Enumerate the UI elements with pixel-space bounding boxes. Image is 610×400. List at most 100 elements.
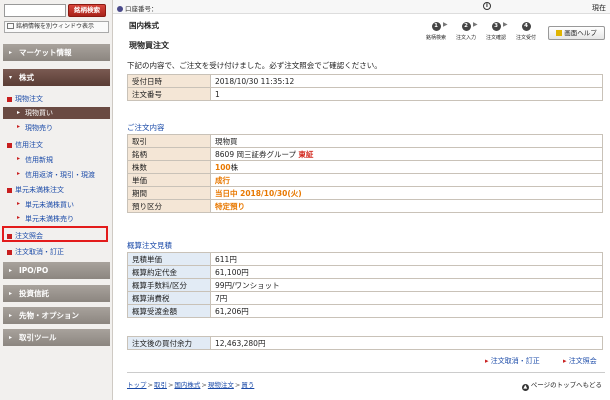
menu-stocks-label: 株式 [19, 73, 34, 82]
sidebar-item-odd-lot-buy[interactable]: 単元未満株買い [3, 200, 110, 210]
menu-stocks[interactable]: ▾ 株式 [3, 69, 110, 86]
breadcrumb-separator: > [147, 381, 153, 389]
table-row: 期間 当日中 2018/10/30(火) [127, 186, 603, 200]
highlight-box [2, 226, 108, 242]
step-label: 銘柄検索 [425, 35, 446, 41]
screen-help-button[interactable]: 画面ヘルプ [548, 26, 605, 40]
table-value: 当日中 2018/10/30(火) [210, 186, 603, 200]
buying-power-table: 注文後の買付余力 12,463,280円 [127, 336, 603, 350]
chevron-right-icon: ▸ [9, 49, 13, 56]
sidebar-item-spot-order[interactable]: 現物注文 [3, 94, 110, 104]
table-row: 単価 成行 [127, 173, 603, 187]
order-section-title: ご注文内容 [127, 123, 165, 132]
divider [127, 372, 605, 373]
sidebar: 銘柄検索 銘柄情報を別ウィンドウ表示 ▸ マーケット情報 ▾ 株式 現物注文 現物買… [0, 0, 113, 400]
user-icon [117, 6, 123, 12]
arrow-right-icon: ▶ [503, 21, 508, 28]
breadcrumb-link[interactable]: 現物注文 [208, 381, 234, 389]
menu-investment-trust[interactable]: ▸ 投資信託 [3, 285, 110, 302]
sidebar-item-spot-sell[interactable]: 現物売り [3, 123, 110, 133]
step-label: 注文入力 [455, 35, 476, 41]
breadcrumb-separator: > [167, 381, 174, 389]
breadcrumb-link[interactable]: 取引 [154, 381, 167, 389]
table-key: 注文後の買付余力 [127, 336, 211, 350]
sidebar-item-margin-order[interactable]: 信用注文 [3, 140, 110, 150]
order-inquiry-link[interactable]: 注文照会 [563, 356, 597, 366]
estimate-table: 見積単価 611円 概算約定代金 61,100円 概算手数料/区分 99円/ワンショッ… [127, 252, 603, 318]
table-value: 8609 岡三証券グループ 東証 [210, 147, 603, 161]
price-value: 成行 [215, 175, 230, 185]
table-value: 現物買 [210, 134, 603, 148]
table-value: 7円 [210, 291, 603, 305]
table-value: 2018/10/30 11:35:12 [210, 74, 603, 88]
sidebar-item-order-cancel[interactable]: 注文取消・訂正 [3, 247, 110, 257]
table-value: 61,206円 [210, 304, 603, 318]
stock-search-button[interactable]: 銘柄検索 [68, 4, 106, 17]
info-icon[interactable]: i [483, 2, 491, 10]
table-row: 見積単価 611円 [127, 252, 603, 266]
table-row: 預り区分 特定預り [127, 199, 603, 213]
menu-market-info-label: マーケット情報 [19, 48, 72, 57]
table-key: 注文番号 [127, 87, 211, 101]
breadcrumb-current[interactable]: 買う [241, 381, 254, 389]
stock-search: 銘柄検索 [4, 4, 109, 18]
chevron-right-icon: ▸ [9, 290, 13, 297]
table-key: 預り区分 [127, 199, 211, 213]
open-new-window-link[interactable]: 銘柄情報を別ウィンドウ表示 [4, 21, 109, 33]
menu-trading-tools-label: 取引ツール [19, 333, 57, 342]
page-top-link[interactable]: ▲ ページのトップへもどる [521, 379, 602, 391]
table-key: 単価 [127, 173, 211, 187]
step-number: 2 [461, 22, 471, 31]
table-key: 概算手数料/区分 [127, 278, 211, 292]
sidebar-item-odd-lot-order[interactable]: 単元未満株注文 [3, 185, 110, 195]
quantity-value: 100 [215, 162, 231, 172]
table-value: 99円/ワンショット [210, 278, 603, 292]
period-value: 当日中 2018/10/30(火) [215, 188, 302, 198]
top-bar: 口座番号： i 現在 [113, 0, 610, 14]
menu-ipo-po-label: IPO/PO [19, 266, 49, 275]
receipt-table: 受付日時 2018/10/30 11:35:12 注文番号 1 [127, 74, 603, 101]
help-icon [556, 30, 563, 36]
estimate-section-title: 概算注文見積 [127, 241, 172, 250]
table-key: 見積単価 [127, 252, 211, 266]
order-notice: 下記の内容で、ご注文を受け付けました。必ず注文照会でご確認ください。 [127, 61, 382, 70]
sidebar-item-margin-close[interactable]: 信用返済・現引・現渡 [3, 170, 110, 180]
table-key: 受付日時 [127, 74, 211, 88]
window-icon [7, 23, 14, 29]
table-row: 株数 100株 [127, 160, 603, 174]
table-row: 概算手数料/区分 99円/ワンショット [127, 278, 603, 292]
quantity-unit: 株 [230, 162, 239, 172]
open-new-window-label: 銘柄情報を別ウィンドウ表示 [16, 23, 95, 30]
screen-help-label: 画面ヘルプ [564, 29, 597, 37]
chevron-right-icon: ▸ [9, 267, 13, 274]
market-label: 東証 [298, 149, 314, 159]
menu-ipo-po[interactable]: ▸ IPO/PO [3, 262, 110, 279]
table-row: 注文後の買付余力 12,463,280円 [127, 336, 603, 350]
table-key: 概算受渡金額 [127, 304, 211, 318]
sidebar-item-margin-new[interactable]: 信用新規 [3, 155, 110, 165]
table-value: 611円 [210, 252, 603, 266]
menu-futures-options[interactable]: ▸ 先物・オプション [3, 307, 110, 324]
breadcrumb-separator: > [201, 381, 207, 389]
arrow-right-icon: ▶ [473, 21, 478, 28]
account-number-label: 口座番号： [125, 5, 158, 13]
sidebar-item-spot-buy[interactable]: 現物買い [3, 107, 110, 119]
table-value: 12,463,280円 [210, 336, 603, 350]
step-label: 注文確認 [485, 35, 506, 41]
breadcrumb-separator: > [234, 381, 241, 389]
page-title: 現物買注文 [129, 41, 169, 50]
table-key: 期間 [127, 186, 211, 200]
menu-investment-trust-label: 投資信託 [19, 289, 49, 298]
menu-trading-tools[interactable]: ▸ 取引ツール [3, 329, 110, 346]
table-row: 概算消費税 7円 [127, 291, 603, 305]
cancel-modify-link[interactable]: 注文取消・訂正 [485, 356, 540, 366]
page-category: 国内株式 [129, 21, 159, 30]
step-number: 4 [521, 22, 531, 31]
table-row: 概算約定代金 61,100円 [127, 265, 603, 279]
sidebar-item-odd-lot-sell[interactable]: 単元未満株売り [3, 214, 110, 224]
breadcrumb-link[interactable]: トップ [127, 381, 147, 389]
menu-market-info[interactable]: ▸ マーケット情報 [3, 44, 110, 61]
breadcrumb-link[interactable]: 国内株式 [174, 381, 200, 389]
account-number: 口座番号： [117, 3, 158, 13]
stock-search-input[interactable] [4, 4, 66, 17]
